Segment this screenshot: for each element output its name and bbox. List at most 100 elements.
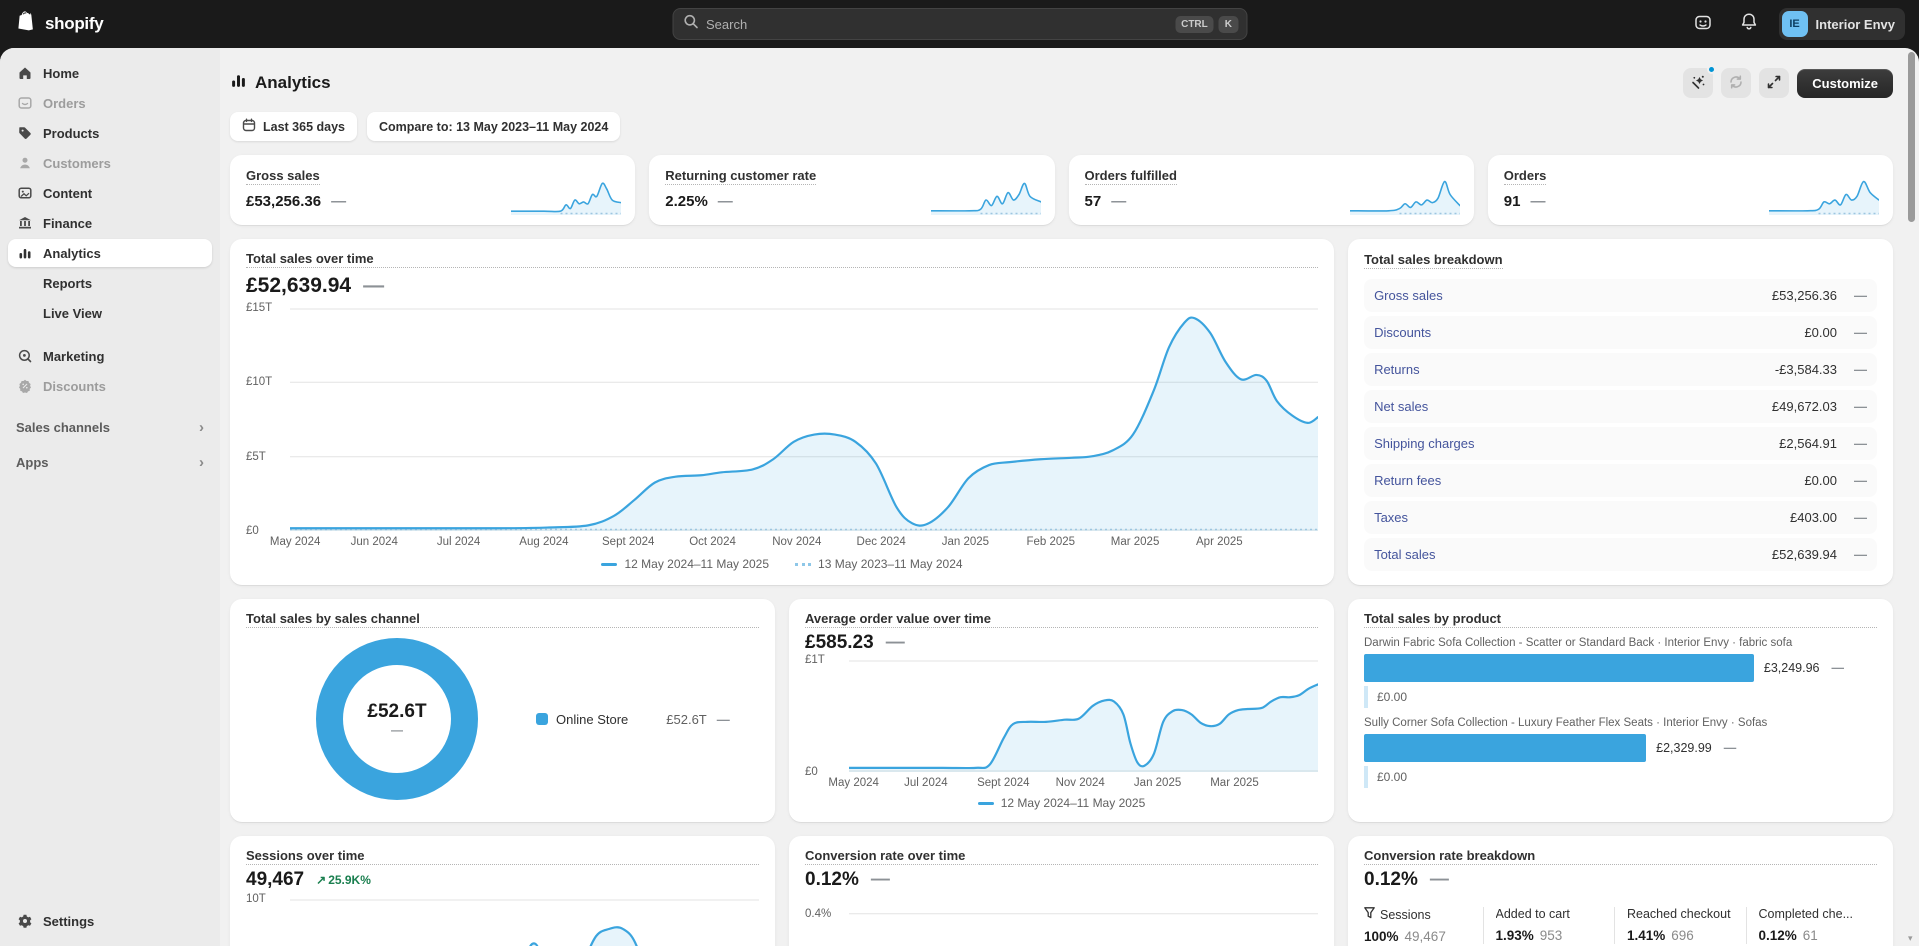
sidebar: Home Orders Products Customers Content F… [0,48,220,946]
kpi-card-gross-sales: Gross sales £53,256.36 — [230,155,636,225]
home-icon [16,65,34,81]
refresh-button[interactable] [1721,68,1752,98]
sidebar-item-analytics[interactable]: Analytics [8,239,212,267]
breakdown-link[interactable]: Net sales [1374,399,1428,414]
no-change-indicator: — [1111,193,1127,210]
analytics-chart-icon [230,72,247,94]
sidebar-item-finance[interactable]: Finance [8,209,212,237]
breakdown-row: Gross sales £53,256.36— [1364,279,1877,312]
sidebar-item-discounts[interactable]: Discounts [8,372,212,400]
customize-button[interactable]: Customize [1797,68,1893,98]
y-axis-labels: 10T [246,893,266,905]
breakdown-link[interactable]: Taxes [1374,510,1408,525]
expand-icon [1766,74,1782,93]
finance-bank-icon [16,215,34,231]
scrollbar-track[interactable]: ▾ [1907,52,1917,944]
sidebar-item-home[interactable]: Home [8,59,212,87]
bell-icon [1740,12,1758,36]
kpi-value: 2.25% [665,193,708,210]
store-switcher[interactable]: IE Interior Envy [1778,8,1905,40]
no-change-indicator: — [331,193,347,210]
sidebar-item-live-view[interactable]: Live View [8,299,212,327]
sidebar-item-products[interactable]: Products [8,119,212,147]
chart-legend: 12 May 2024–11 May 2025 [805,792,1318,810]
sidebar-item-content[interactable]: Content [8,179,212,207]
sessions-value: 49,467 [246,869,305,890]
breakdown-link[interactable]: Discounts [1374,325,1431,340]
funnel-icon [1364,907,1375,922]
sidebar-item-orders[interactable]: Orders [8,89,212,117]
sidekick-button[interactable] [1687,8,1719,40]
breakdown-row: Discounts £0.00— [1364,316,1877,349]
search-input[interactable] [706,16,1171,32]
sidebar-item-marketing[interactable]: Marketing [8,342,212,370]
chart-title: Conversion rate breakdown [1364,848,1877,865]
breakdown-link[interactable]: Shipping charges [1374,436,1474,451]
topbar: shopify CTRL K IE Interior Envy [0,0,1919,48]
main-content: Analytics Customize Last 365 days Compar… [220,48,1919,946]
chart-plot-area [290,899,759,946]
gear-icon [16,913,34,929]
chart-title: Sessions over time [246,848,759,865]
conversion-rate-over-time-card: Conversion rate over time 0.12%— 0.4%0.2… [789,836,1334,946]
no-change-indicator: — [717,193,733,210]
product-bar-item: Darwin Fabric Sofa Collection - Scatter … [1364,637,1877,708]
legend-solid-marker [977,801,994,805]
sidebar-section-sales-channels[interactable]: Sales channels › [16,419,204,436]
conversion-line-chart: 0.4%0.2% [805,899,1318,946]
kpi-title: Returning customer rate [665,168,817,185]
product-compare-bar: £0.00 [1364,766,1877,788]
conversion-rate-breakdown-card: Conversion rate breakdown 0.12% — Session… [1348,836,1893,946]
legend-dotted-marker [795,562,812,566]
kpi-card-orders: Orders 91 — [1487,155,1893,225]
magic-insights-button[interactable] [1683,65,1717,98]
total-sales-line-chart: £15T £10T £5T £0 May 2024 Jun 2024 Jul 2024 Au… [246,302,1319,551]
store-avatar: IE [1781,11,1808,37]
chart-title: Conversion rate over time [805,848,1318,865]
chevron-right-icon: › [199,419,204,436]
orders-icon [16,95,34,111]
x-axis-labels: May 2024 Jun 2024 Jul 2024 Aug 2024 Sept 202… [269,536,1243,548]
chart-plot-area [849,660,1318,772]
orders-fulfilled-sparkline [1348,173,1461,215]
arrow-up-icon: ↗ [316,873,327,887]
funnel-step: Sessions 100% 49,467 [1364,907,1446,944]
compare-button[interactable]: Compare to: 13 May 2023–11 May 2024 [367,112,621,141]
sparkle-wand-icon [1690,74,1706,93]
sidebar-item-customers[interactable]: Customers [8,149,212,177]
page-title: Analytics [230,72,331,94]
breakdown-link[interactable]: Gross sales [1374,288,1443,303]
shopify-wordmark: shopify [45,14,104,33]
notifications-button[interactable] [1733,8,1765,40]
product-bar [1364,734,1647,762]
no-change-indicator: — [363,274,385,297]
scrollbar-thumb[interactable] [1908,52,1915,222]
x-axis-labels: May 2024 Jul 2024 Sept 2024 Nov 2024 Jan 202… [828,777,1259,789]
product-bar-item: Sully Corner Sofa Collection - Luxury Fe… [1364,717,1877,788]
chevron-right-icon: › [199,454,204,471]
breakdown-row: Net sales £49,672.03— [1364,390,1877,423]
notification-dot [1707,65,1717,74]
conversion-funnel: Sessions 100% 49,467 Added to cart 1.93% 9… [1364,907,1877,944]
sidebar-item-reports[interactable]: Reports [8,269,212,297]
y-axis-labels: £1T £0 [805,654,825,778]
breakdown-row: Shipping charges £2,564.91— [1364,427,1877,460]
chart-plot-area [290,308,1319,531]
donut-center-value: £52.6T [367,701,427,722]
product-bar [1364,654,1754,682]
shopify-logo[interactable]: shopify [0,10,104,39]
sidebar-item-settings[interactable]: Settings [8,907,212,935]
shopify-bag-icon [16,10,38,39]
sidebar-section-apps[interactable]: Apps › [16,454,204,471]
breakdown-link[interactable]: Returns [1374,362,1420,377]
sales-by-channel-card: Total sales by sales channel £52.6T — On… [230,599,775,822]
conversion-breakdown-value: 0.12% [1364,869,1418,890]
scrollbar-down-arrow[interactable]: ▾ [1908,933,1913,944]
aov-line-chart: £1T £0 May 2024 Jul 2024 Sept 2024 Nov 2024 J… [805,654,1318,792]
date-range-button[interactable]: Last 365 days [230,112,357,141]
fullscreen-button[interactable] [1759,68,1790,98]
conversion-rate-value: 0.12% [805,869,859,890]
breakdown-link[interactable]: Return fees [1374,473,1441,488]
global-search[interactable]: CTRL K [672,8,1247,40]
breakdown-link[interactable]: Total sales [1374,547,1435,562]
